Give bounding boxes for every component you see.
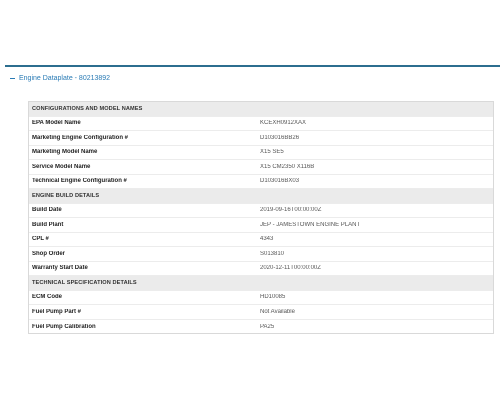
row-label: Marketing Model Name bbox=[32, 149, 98, 156]
row-value: S013810 bbox=[260, 250, 285, 257]
table-row: CPL # 4343 bbox=[29, 233, 493, 247]
table-row: Marketing Engine Configuration # D103016… bbox=[29, 131, 493, 146]
row-value: PA25 bbox=[260, 323, 275, 330]
dataplate-page: Engine Dataplate - 80213892 CONFIGURATIO… bbox=[0, 0, 500, 400]
group-header-engine-build: ENGINE BUILD DETAILS bbox=[29, 189, 493, 204]
table-row: Service Model Name X15 CM2350 X116B bbox=[29, 160, 493, 175]
row-value: 2020-12-11T00:00:00Z bbox=[260, 265, 321, 272]
row-value: D103016BB26 bbox=[260, 134, 300, 141]
row-value: Not Available bbox=[260, 308, 295, 315]
row-value: D103016BX03 bbox=[260, 178, 300, 185]
table-row: Build Plant JEP - JAMESTOWN ENGINE PLANT bbox=[29, 218, 493, 233]
group-header-technical-specification: TECHNICAL SPECIFICATION DETAILS bbox=[29, 276, 493, 291]
table-row: ECM Code HD10085 bbox=[29, 291, 493, 305]
row-value: 4343 bbox=[260, 236, 274, 243]
table-row: Marketing Model Name X15 SE5 bbox=[29, 146, 493, 160]
row-value: X15 SE5 bbox=[260, 149, 284, 156]
row-label: Build Date bbox=[32, 207, 62, 214]
row-value: KCEXH0912XAX bbox=[260, 120, 307, 127]
row-label: Build Plant bbox=[32, 221, 64, 228]
row-label: ECM Code bbox=[32, 294, 62, 301]
row-value: X15 CM2350 X116B bbox=[260, 163, 315, 170]
row-label: Fuel Pump Part # bbox=[32, 308, 82, 315]
table-row: Fuel Pump Part # Not Available bbox=[29, 305, 493, 320]
row-label: Shop Order bbox=[32, 250, 66, 257]
table-row: Fuel Pump Calibration PA25 bbox=[29, 320, 493, 335]
row-value: JEP - JAMESTOWN ENGINE PLANT bbox=[260, 221, 361, 228]
table-row: EPA Model Name KCEXH0912XAX bbox=[29, 117, 493, 131]
collapse-minus-icon bbox=[10, 77, 15, 79]
header-divider bbox=[5, 65, 500, 67]
dataplate-table: CONFIGURATIONS AND MODEL NAMES EPA Model… bbox=[28, 101, 494, 334]
row-label: Marketing Engine Configuration # bbox=[32, 134, 129, 141]
row-label: Technical Engine Configuration # bbox=[32, 178, 127, 185]
table-row: Shop Order S013810 bbox=[29, 247, 493, 262]
group-header-configurations: CONFIGURATIONS AND MODEL NAMES bbox=[29, 102, 493, 117]
row-label: EPA Model Name bbox=[32, 120, 81, 127]
group-title: CONFIGURATIONS AND MODEL NAMES bbox=[32, 105, 143, 112]
engine-dataplate-toggle[interactable]: Engine Dataplate - 80213892 bbox=[10, 72, 110, 84]
row-value: 2019-09-16T00:00:00Z bbox=[260, 207, 322, 214]
table-row: Warranty Start Date 2020-12-11T00:00:00Z bbox=[29, 262, 493, 276]
row-label: Warranty Start Date bbox=[32, 265, 88, 272]
group-title: TECHNICAL SPECIFICATION DETAILS bbox=[32, 279, 137, 286]
table-row: Build Date 2019-09-16T00:00:00Z bbox=[29, 204, 493, 218]
section-title: Engine Dataplate - 80213892 bbox=[19, 74, 111, 82]
row-label: CPL # bbox=[32, 236, 49, 243]
row-label: Service Model Name bbox=[32, 163, 91, 170]
row-label: Fuel Pump Calibration bbox=[32, 323, 96, 330]
group-title: ENGINE BUILD DETAILS bbox=[32, 192, 100, 199]
row-value: HD10085 bbox=[260, 294, 286, 301]
table-row: Technical Engine Configuration # D103016… bbox=[29, 175, 493, 189]
